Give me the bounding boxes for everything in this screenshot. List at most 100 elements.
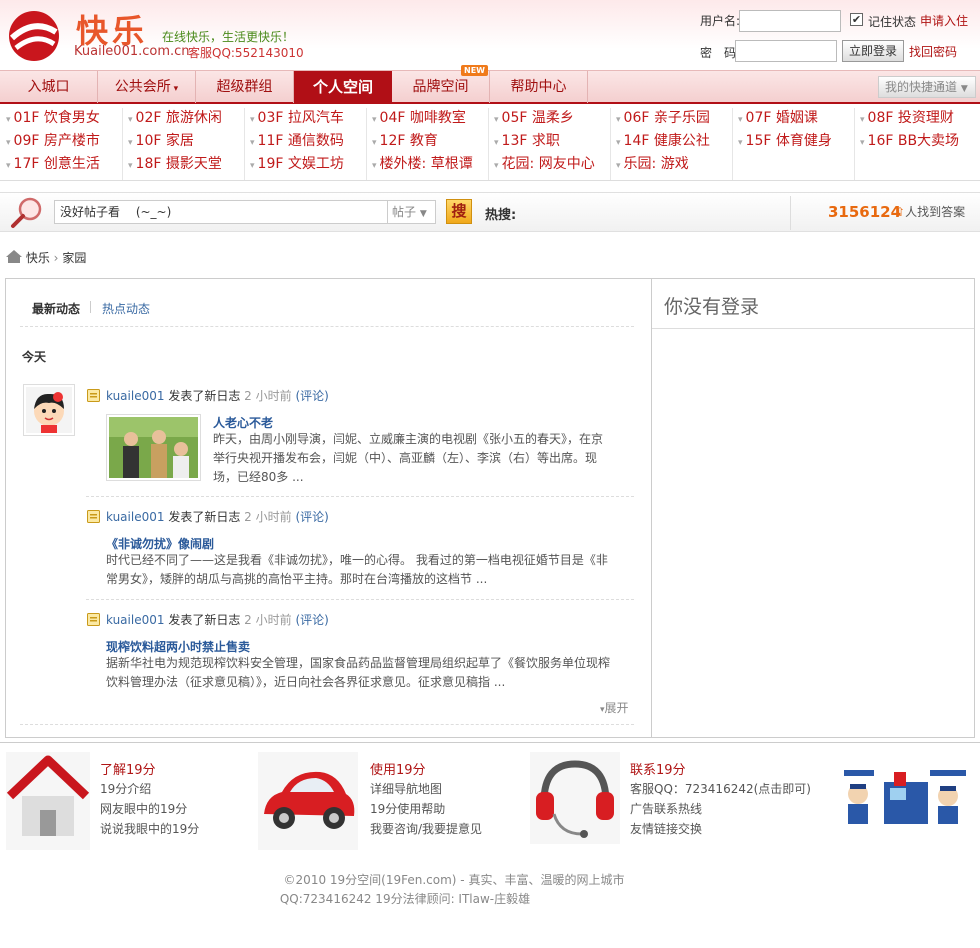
- logo-icon[interactable]: [6, 8, 62, 64]
- nav-super-group[interactable]: 超级群组: [196, 71, 294, 103]
- feed-user-link[interactable]: kuaile001: [106, 389, 165, 403]
- nav-help-center[interactable]: 帮助中心: [490, 71, 588, 103]
- nav-entrance[interactable]: 入城口: [0, 71, 98, 103]
- search-button[interactable]: 搜: [446, 199, 472, 224]
- feed-thumbnail[interactable]: [106, 414, 201, 481]
- tab-hot-activity[interactable]: 热点动态: [102, 300, 150, 317]
- bullet-icon: ▾: [250, 115, 255, 125]
- search-input[interactable]: 没好帖子看 (~_~): [54, 200, 388, 224]
- username-label: 用户名:: [700, 14, 741, 28]
- divider: [652, 328, 974, 329]
- floor-link[interactable]: ▾ 07F 婚姻课: [738, 107, 818, 129]
- breadcrumb-separator: ›: [53, 251, 59, 265]
- police-badge-icon[interactable]: [840, 768, 970, 828]
- feed-user-link[interactable]: kuaile001: [106, 613, 165, 627]
- tab-latest-activity[interactable]: 最新动态: [32, 300, 80, 317]
- service-qq: 客服QQ:552143010: [188, 46, 304, 60]
- home-icon[interactable]: [6, 250, 22, 263]
- floor-link[interactable]: ▾ 06F 亲子乐园: [616, 107, 710, 129]
- floor-link[interactable]: ▾ 17F 创意生活: [6, 153, 100, 175]
- footer-link[interactable]: 网友眼中的19分: [100, 800, 187, 817]
- breadcrumb-current: 家园: [62, 251, 87, 265]
- divider: [86, 496, 634, 497]
- feed-title-link[interactable]: 人老心不老: [213, 414, 273, 431]
- floor-link[interactable]: ▾ 11F 通信数码: [250, 130, 344, 152]
- footer-link[interactable]: 说说我眼中的19分: [100, 820, 199, 837]
- feed-user-link[interactable]: kuaile001: [106, 510, 165, 524]
- footer-section-title: 联系19分: [630, 763, 686, 778]
- login-button[interactable]: 立即登录: [842, 40, 904, 62]
- feed-comment-link[interactable]: (评论): [295, 389, 328, 403]
- bullet-icon: ▾: [616, 161, 621, 171]
- divider: [854, 108, 855, 180]
- floor-link[interactable]: ▾ 16F BB大卖场: [860, 130, 959, 152]
- feed-title-link[interactable]: 现榨饮料超两小时禁止售卖: [106, 638, 250, 655]
- apply-link[interactable]: 申请入住: [920, 12, 968, 29]
- floor-link[interactable]: ▾ 楼外楼: 草根谭: [372, 153, 473, 175]
- footer-link[interactable]: 广告联系热线: [630, 800, 702, 817]
- floor-link[interactable]: ▾ 19F 文娱工坊: [250, 153, 344, 175]
- username-field[interactable]: [739, 10, 841, 32]
- main-nav: 入城口 公共会所 ▾ 超级群组 个人空间 品牌空间 帮助中心: [0, 70, 980, 104]
- floor-link[interactable]: ▾ 03F 拉风汽车: [250, 107, 344, 129]
- floor-link[interactable]: ▾ 09F 房产楼市: [6, 130, 100, 152]
- floor-link[interactable]: ▾ 14F 健康公社: [616, 130, 710, 152]
- date-heading: 今天: [22, 350, 47, 364]
- breadcrumb-home[interactable]: 快乐: [26, 251, 50, 265]
- footer-link[interactable]: 19分介绍: [100, 780, 151, 797]
- bullet-icon: ▾: [372, 115, 377, 125]
- floor-link[interactable]: ▾ 乐园: 游戏: [616, 153, 689, 175]
- floor-link[interactable]: ▾ 08F 投资理财: [860, 107, 954, 129]
- divider: [488, 108, 489, 180]
- feed-comment-link[interactable]: (评论): [295, 510, 328, 524]
- blog-post-icon: [87, 510, 100, 523]
- feed-item-meta: kuaile001 发表了新日志 2 小时前 (评论): [106, 613, 329, 627]
- quick-channel-dropdown[interactable]: 我的快捷通道 ▼: [878, 76, 976, 98]
- divider: [244, 108, 245, 180]
- floor-link[interactable]: ▾ 15F 体育健身: [738, 130, 832, 152]
- floor-link[interactable]: ▾ 18F 摄影天堂: [128, 153, 222, 175]
- footer-link[interactable]: 我要咨询/我要提意见: [370, 820, 482, 837]
- legal-text: QQ:723416242 19分法律顾问: ITlaw-庄毅雄: [279, 892, 531, 906]
- floor-link[interactable]: ▾ 04F 咖啡教室: [372, 107, 466, 129]
- bullet-icon: ▾: [128, 115, 133, 125]
- feed-item-meta: kuaile001 发表了新日志 2 小时前 (评论): [106, 389, 329, 403]
- copyright-text: ©2010 19分空间(19Fen.com) - 真实、丰富、温暖的网上城市: [283, 873, 625, 887]
- nav-public-club[interactable]: 公共会所 ▾: [98, 71, 196, 103]
- floor-link[interactable]: ▾ 05F 温柔乡: [494, 107, 574, 129]
- bullet-icon: ▾: [738, 138, 743, 148]
- footer-link[interactable]: 客服QQ：723416242(点击即可): [630, 780, 811, 797]
- search-type-select[interactable]: 帖子 ▼: [388, 200, 436, 224]
- chevron-down-icon: ▼: [419, 209, 427, 219]
- divider: [732, 108, 733, 180]
- divider: [90, 301, 91, 313]
- answer-count: 3156124: [828, 203, 902, 221]
- footer-link[interactable]: 19分使用帮助: [370, 800, 445, 817]
- floor-link[interactable]: ▾ 花园: 网友中心: [494, 153, 595, 175]
- bullet-icon: ▾: [6, 115, 11, 125]
- password-field[interactable]: [735, 40, 837, 62]
- feed-title-link[interactable]: 《非诚勿扰》像闹剧: [106, 535, 214, 552]
- chevron-down-icon: ▾: [170, 84, 179, 94]
- floor-link[interactable]: ▾ 10F 家居: [128, 130, 194, 152]
- floor-link[interactable]: ▾ 13F 求职: [494, 130, 560, 152]
- floor-link[interactable]: ▾ 12F 教育: [372, 130, 438, 152]
- avatar[interactable]: [23, 384, 75, 436]
- footer-link[interactable]: 友情链接交换: [630, 820, 702, 837]
- footer-link[interactable]: 详细导航地图: [370, 780, 442, 797]
- bullet-icon: ▾: [128, 138, 133, 148]
- bullet-icon: ▾: [860, 138, 865, 148]
- new-badge: NEW: [461, 65, 488, 76]
- nav-personal-space[interactable]: 个人空间: [294, 71, 392, 103]
- forgot-password-link[interactable]: 找回密码: [909, 43, 957, 60]
- feed-comment-link[interactable]: (评论): [295, 613, 328, 627]
- bullet-icon: ▾: [616, 115, 621, 125]
- remember-checkbox[interactable]: ✔: [850, 13, 863, 26]
- bullet-icon: ▾: [616, 138, 621, 148]
- search-icon: [11, 197, 42, 228]
- expand-link[interactable]: ▾展开: [600, 699, 629, 716]
- feed-excerpt: 昨天，由周小刚导演，闫妮、立威廉主演的电视剧《张小五的春天》，在京 举行央视开播…: [213, 432, 604, 484]
- bullet-icon: ▾: [6, 138, 11, 148]
- floor-link[interactable]: ▾ 02F 旅游休闲: [128, 107, 222, 129]
- floor-link[interactable]: ▾ 01F 饮食男女: [6, 107, 100, 129]
